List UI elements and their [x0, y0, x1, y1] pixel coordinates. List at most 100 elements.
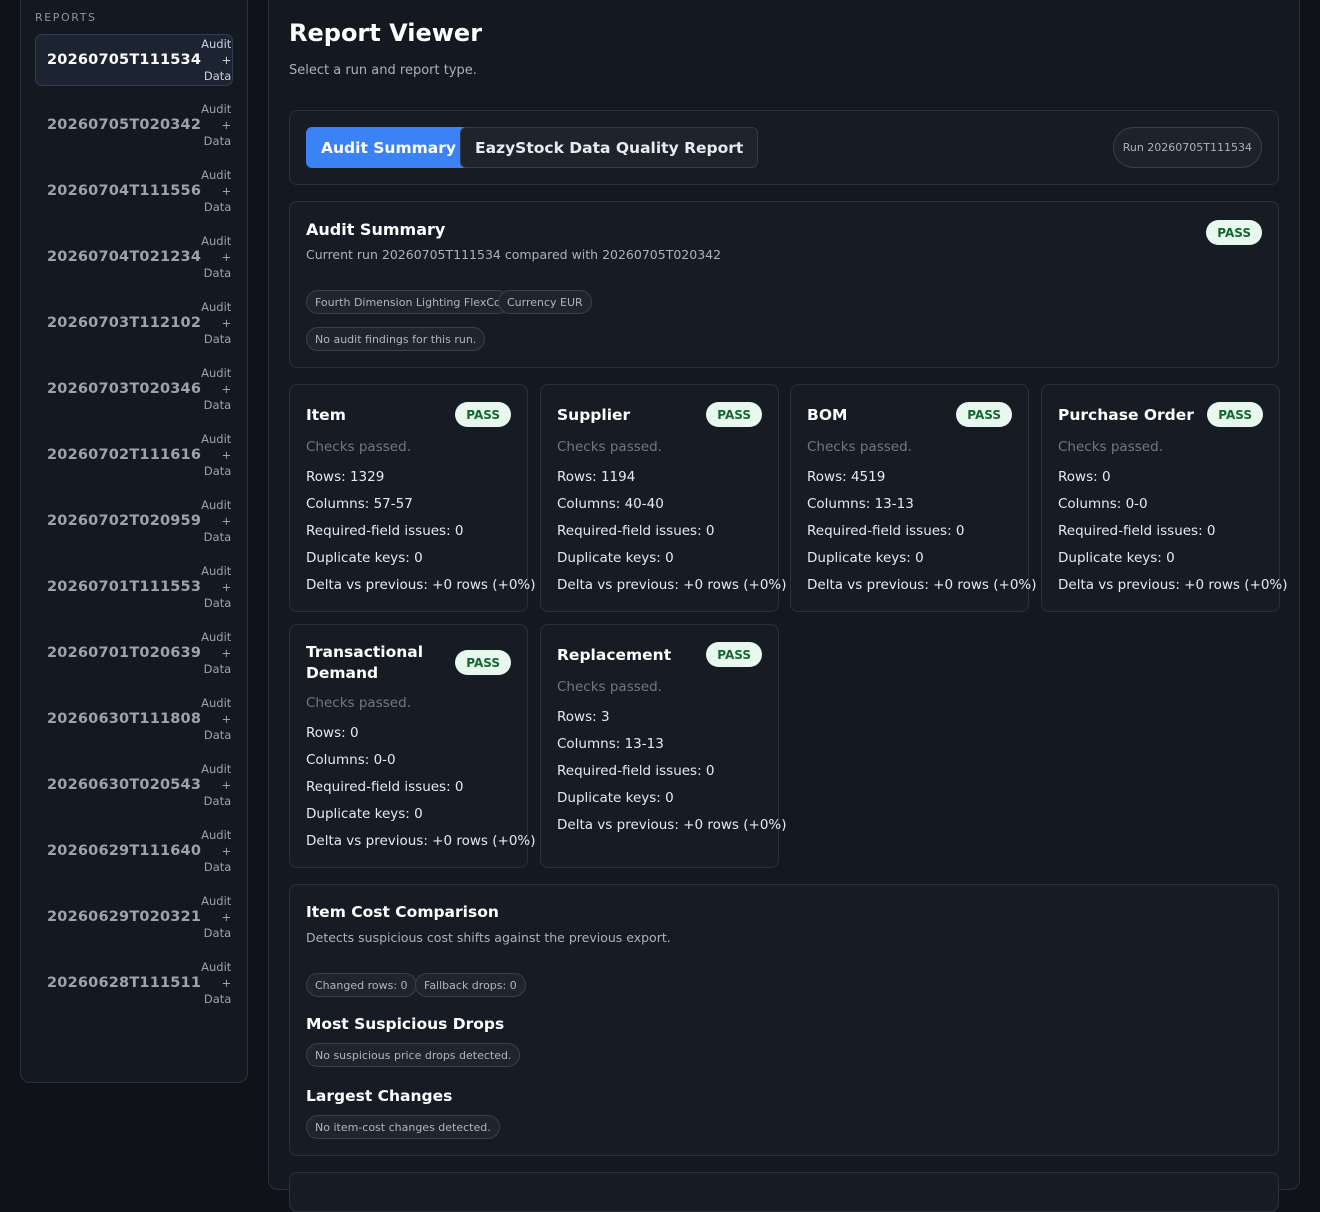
- sidebar-title: REPORTS: [35, 11, 97, 24]
- report-item-20260702T020959[interactable]: 20260702T020959 Audit + Data: [35, 486, 233, 556]
- delta-stat: Delta vs previous: +0 rows (+0%): [306, 577, 536, 593]
- audit-summary-panel: Audit Summary PASS Current run 20260705T…: [289, 201, 1279, 368]
- required-issues-stat: Required-field issues: 0: [1058, 523, 1216, 539]
- required-issues-stat: Required-field issues: 0: [306, 779, 464, 795]
- required-issues-stat: Required-field issues: 0: [807, 523, 965, 539]
- tab-data-quality-report[interactable]: EazyStock Data Quality Report: [460, 127, 759, 168]
- report-id: 20260703T112102: [47, 315, 202, 331]
- card-note: Checks passed.: [807, 439, 912, 455]
- report-item-20260705T020342[interactable]: 20260705T020342 Audit + Data: [35, 90, 233, 160]
- status-badge: PASS: [956, 402, 1012, 427]
- company-chip: Fourth Dimension Lighting FlexCo: [306, 290, 510, 314]
- card-stats: Rows: 0 Columns: 0-0 Required-field issu…: [306, 720, 536, 855]
- columns-stat: Columns: 0-0: [306, 752, 396, 768]
- columns-stat: Columns: 40-40: [557, 496, 664, 512]
- card-note: Checks passed.: [557, 679, 662, 695]
- duplicate-keys-stat: Duplicate keys: 0: [1058, 550, 1175, 566]
- report-kind: Audit + Data: [201, 696, 232, 742]
- card-title: Replacement: [557, 646, 672, 664]
- delta-stat: Delta vs previous: +0 rows (+0%): [1058, 577, 1288, 593]
- card-note: Checks passed.: [1058, 439, 1163, 455]
- card-stats: Rows: 1329 Columns: 57-57 Required-field…: [306, 464, 536, 599]
- card-note: Checks passed.: [306, 695, 411, 711]
- check-card-replacement: Replacement PASS Checks passed. Rows: 3 …: [540, 624, 787, 868]
- report-kind: Audit + Data: [201, 564, 232, 610]
- columns-stat: Columns: 0-0: [1058, 496, 1148, 512]
- status-badge: PASS: [706, 642, 762, 667]
- report-id: 20260703T020346: [47, 381, 202, 397]
- check-card-item: Item PASS Checks passed. Rows: 1329 Colu…: [289, 384, 536, 612]
- status-badge: PASS: [455, 650, 511, 675]
- rows-stat: Rows: 4519: [807, 469, 886, 485]
- report-kind: Audit + Data: [201, 894, 232, 940]
- report-id: 20260704T021234: [47, 249, 202, 265]
- report-item-20260630T111808[interactable]: 20260630T111808 Audit + Data: [35, 688, 233, 750]
- rows-stat: Rows: 1194: [557, 469, 636, 485]
- status-badge: PASS: [1206, 220, 1262, 245]
- report-viewer-main: Report Viewer Select a run and report ty…: [268, 0, 1300, 1212]
- tab-audit-summary[interactable]: Audit Summary: [306, 127, 471, 168]
- report-kind: Audit + Data: [201, 960, 232, 1006]
- report-kind: Audit + Data: [201, 300, 232, 346]
- duplicate-keys-stat: Duplicate keys: 0: [557, 550, 674, 566]
- rows-stat: Rows: 1329: [306, 469, 385, 485]
- check-card-supplier: Supplier PASS Checks passed. Rows: 1194 …: [540, 384, 787, 612]
- cost-description: Detects suspicious cost shifts against t…: [306, 930, 671, 945]
- summary-title: Audit Summary: [306, 220, 446, 239]
- required-issues-stat: Required-field issues: 0: [557, 523, 715, 539]
- status-badge: PASS: [706, 402, 762, 427]
- report-item-20260703T112102[interactable]: 20260703T112102 Audit + Data: [35, 292, 233, 354]
- report-kind: Audit + Data: [201, 630, 232, 676]
- report-kind: Audit + Data: [201, 234, 232, 280]
- report-item-20260702T111616[interactable]: 20260702T111616 Audit + Data: [35, 424, 233, 486]
- item-cost-comparison-panel: Item Cost Comparison Detects suspicious …: [289, 884, 1279, 1156]
- currency-chip: Currency EUR: [498, 290, 592, 314]
- reports-sidebar: REPORTS 20260705T111534 Audit + Data 202…: [20, 0, 248, 1083]
- status-badge: PASS: [1207, 402, 1263, 427]
- suspicious-drops-title: Most Suspicious Drops: [306, 1015, 505, 1033]
- report-id: 20260629T111640: [47, 843, 202, 859]
- card-title: BOM: [807, 406, 848, 424]
- duplicate-keys-stat: Duplicate keys: 0: [557, 790, 674, 806]
- largest-changes-title: Largest Changes: [306, 1087, 453, 1105]
- rows-stat: Rows: 0: [306, 725, 359, 741]
- report-id: 20260628T111511: [47, 975, 202, 991]
- run-id-pill: Run 20260705T111534: [1112, 127, 1262, 168]
- card-title: Transactional Demand: [306, 643, 424, 682]
- report-item-20260628T111511[interactable]: 20260628T111511 Audit + Data: [35, 952, 233, 1014]
- report-id: 20260702T020959: [47, 513, 202, 529]
- delta-stat: Delta vs previous: +0 rows (+0%): [807, 577, 1037, 593]
- report-item-20260703T020346[interactable]: 20260703T020346 Audit + Data: [35, 354, 233, 424]
- card-note: Checks passed.: [306, 439, 411, 455]
- rows-stat: Rows: 0: [1058, 469, 1111, 485]
- report-kind: Audit + Data: [201, 828, 232, 874]
- report-item-20260704T021234[interactable]: 20260704T021234 Audit + Data: [35, 222, 233, 292]
- delta-stat: Delta vs previous: +0 rows (+0%): [557, 577, 787, 593]
- summary-description: Current run 20260705T111534 compared wit…: [306, 247, 722, 262]
- report-item-20260705T111534[interactable]: 20260705T111534 Audit + Data: [35, 34, 233, 86]
- card-stats: Rows: 0 Columns: 0-0 Required-field issu…: [1058, 464, 1288, 599]
- report-id: 20260630T020543: [47, 777, 202, 793]
- report-kind: Audit + Data: [201, 762, 232, 808]
- report-id: 20260704T111556: [47, 183, 202, 199]
- rows-stat: Rows: 3: [557, 709, 610, 725]
- report-id: 20260702T111616: [47, 447, 202, 463]
- report-item-20260701T111553[interactable]: 20260701T111553 Audit + Data: [35, 556, 233, 618]
- card-title: Supplier: [557, 406, 631, 424]
- report-id: 20260701T020639: [47, 645, 202, 661]
- report-item-20260704T111556[interactable]: 20260704T111556 Audit + Data: [35, 160, 233, 222]
- card-title: Item: [306, 406, 346, 424]
- report-item-20260630T020543[interactable]: 20260630T020543 Audit + Data: [35, 750, 233, 820]
- card-note: Checks passed.: [557, 439, 662, 455]
- page-title: Report Viewer: [289, 19, 483, 47]
- report-item-20260629T111640[interactable]: 20260629T111640 Audit + Data: [35, 820, 233, 882]
- report-kind: Audit + Data: [201, 168, 232, 214]
- columns-stat: Columns: 13-13: [807, 496, 914, 512]
- report-item-20260701T020639[interactable]: 20260701T020639 Audit + Data: [35, 618, 233, 688]
- report-item-20260629T020321[interactable]: 20260629T020321 Audit + Data: [35, 882, 233, 952]
- status-badge: PASS: [455, 402, 511, 427]
- duplicate-keys-stat: Duplicate keys: 0: [306, 806, 423, 822]
- card-stats: Rows: 4519 Columns: 13-13 Required-field…: [807, 464, 1037, 599]
- page-subtitle: Select a run and report type.: [289, 63, 477, 78]
- largest-changes-empty: No item-cost changes detected.: [306, 1115, 500, 1139]
